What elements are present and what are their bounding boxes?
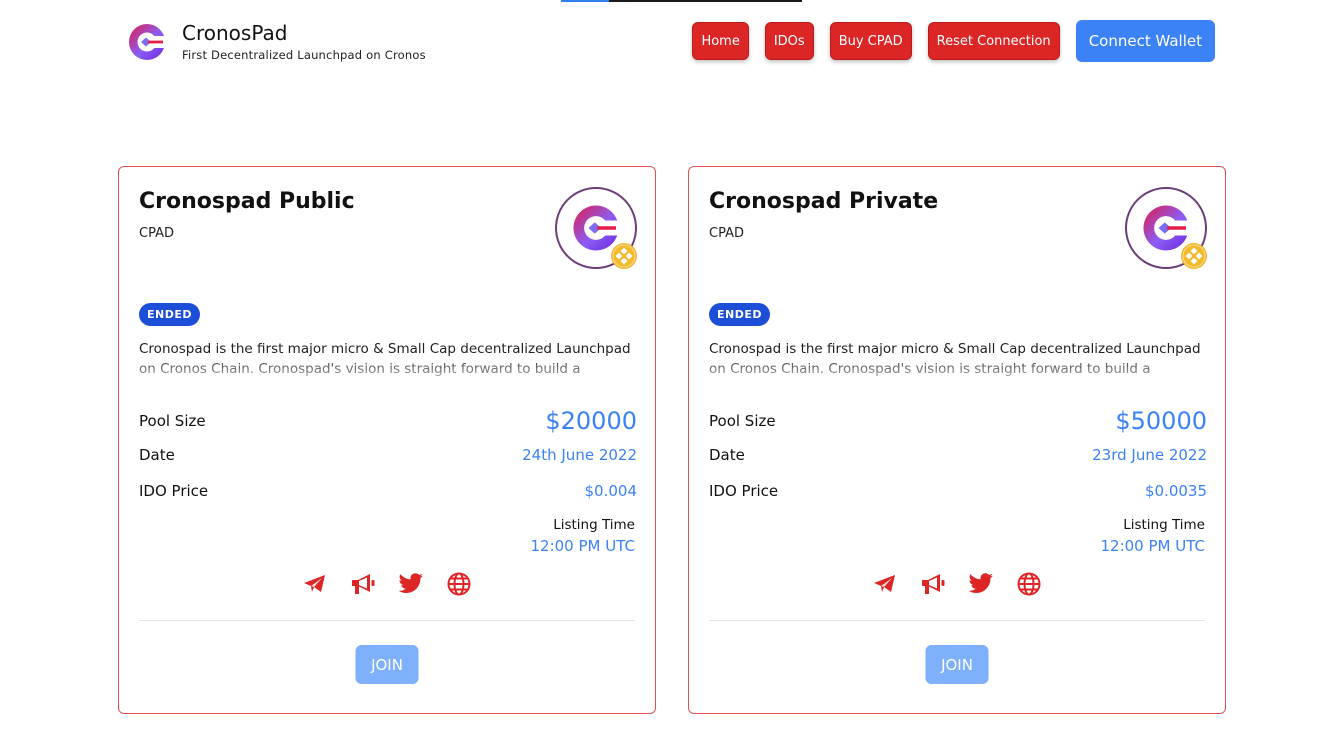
pool-size-row: Pool Size $20000 bbox=[139, 407, 637, 435]
date-label: Date bbox=[139, 446, 175, 464]
brand-name: CronosPad bbox=[182, 21, 288, 45]
main-nav: Home IDOs Buy CPAD Reset Connection Conn… bbox=[676, 20, 1215, 62]
listing-time: Listing Time 12:00 PM UTC bbox=[531, 517, 636, 555]
pool-card-private: Cronospad Private CPAD ENDED Cronospad i… bbox=[688, 166, 1226, 714]
connect-wallet-button[interactable]: Connect Wallet bbox=[1075, 20, 1215, 62]
date-label: Date bbox=[709, 446, 745, 464]
listing-time-label: Listing Time bbox=[1123, 517, 1205, 533]
telegram-icon[interactable] bbox=[302, 571, 328, 597]
twitter-icon[interactable] bbox=[398, 571, 424, 597]
pool-description: Cronospad is the first major micro & Sma… bbox=[709, 341, 1201, 377]
pool-size-value: $20000 bbox=[545, 407, 637, 435]
binance-badge-icon bbox=[1181, 243, 1207, 269]
card-divider bbox=[709, 620, 1205, 621]
twitter-icon[interactable] bbox=[968, 571, 994, 597]
megaphone-icon[interactable] bbox=[350, 571, 376, 597]
pool-logo bbox=[1125, 187, 1207, 269]
status-badge: ENDED bbox=[709, 303, 770, 326]
binance-badge-icon bbox=[611, 243, 637, 269]
brand-text: CronosPad First Decentralized Launchpad … bbox=[182, 22, 426, 62]
ido-price-label: IDO Price bbox=[139, 482, 209, 500]
ido-price-label: IDO Price bbox=[709, 482, 779, 500]
ido-price-value: $0.0035 bbox=[1144, 482, 1207, 500]
cronospad-logo-icon bbox=[127, 22, 167, 62]
pool-card-public: Cronospad Public CPAD ENDED Cronospad is… bbox=[118, 166, 656, 714]
pool-logo bbox=[555, 187, 637, 269]
reset-connection-button[interactable]: Reset Connection bbox=[927, 22, 1060, 60]
date-row: Date 23rd June 2022 bbox=[709, 446, 1207, 464]
join-button[interactable]: JOIN bbox=[925, 645, 989, 684]
nav-idos-button[interactable]: IDOs bbox=[764, 22, 814, 60]
pool-symbol: CPAD bbox=[139, 226, 174, 241]
telegram-icon[interactable] bbox=[872, 571, 898, 597]
date-value: 24th June 2022 bbox=[522, 446, 637, 464]
pool-description: Cronospad is the first major micro & Sma… bbox=[139, 341, 631, 377]
pool-title: Cronospad Private bbox=[709, 189, 939, 214]
social-links bbox=[119, 571, 655, 597]
ido-price-value: $0.004 bbox=[584, 482, 638, 500]
brand[interactable]: CronosPad First Decentralized Launchpad … bbox=[127, 22, 426, 62]
ido-price-row: IDO Price $0.004 bbox=[139, 482, 637, 500]
site-header: CronosPad First Decentralized Launchpad … bbox=[0, 0, 1331, 90]
pool-size-value: $50000 bbox=[1115, 407, 1207, 435]
pool-size-label: Pool Size bbox=[709, 412, 776, 430]
card-divider bbox=[139, 620, 635, 621]
listing-time-label: Listing Time bbox=[553, 517, 635, 533]
status-badge: ENDED bbox=[139, 303, 200, 326]
ido-price-row: IDO Price $0.0035 bbox=[709, 482, 1207, 500]
pool-size-label: Pool Size bbox=[139, 412, 206, 430]
social-links bbox=[689, 571, 1225, 597]
join-button[interactable]: JOIN bbox=[355, 645, 419, 684]
listing-time: Listing Time 12:00 PM UTC bbox=[1101, 517, 1206, 555]
pool-symbol: CPAD bbox=[709, 226, 744, 241]
brand-tagline: First Decentralized Launchpad on Cronos bbox=[182, 48, 426, 62]
megaphone-icon[interactable] bbox=[920, 571, 946, 597]
pool-title: Cronospad Public bbox=[139, 189, 355, 214]
listing-time-value: 12:00 PM UTC bbox=[1100, 537, 1206, 555]
globe-icon[interactable] bbox=[446, 571, 472, 597]
date-row: Date 24th June 2022 bbox=[139, 446, 637, 464]
nav-home-button[interactable]: Home bbox=[692, 22, 749, 60]
date-value: 23rd June 2022 bbox=[1092, 446, 1207, 464]
pool-size-row: Pool Size $50000 bbox=[709, 407, 1207, 435]
nav-buy-cpad-button[interactable]: Buy CPAD bbox=[829, 22, 912, 60]
globe-icon[interactable] bbox=[1016, 571, 1042, 597]
listing-time-value: 12:00 PM UTC bbox=[530, 537, 636, 555]
